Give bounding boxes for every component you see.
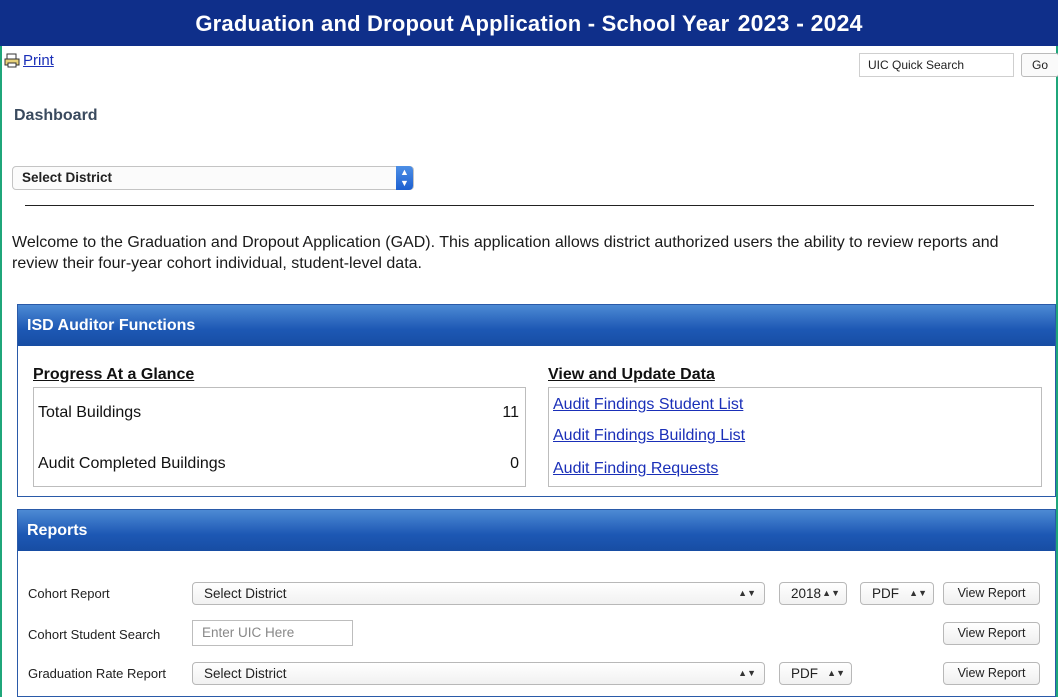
print-icon: [4, 53, 20, 68]
cohort-report-view-button[interactable]: View Report: [943, 582, 1040, 605]
page-title: Dashboard: [14, 107, 98, 124]
chevron-updown-icon: ▲▼: [396, 166, 413, 190]
cohort-student-search-label: Cohort Student Search: [28, 627, 161, 642]
select-value: PDF: [872, 586, 899, 601]
welcome-text: Welcome to the Graduation and Dropout Ap…: [12, 234, 999, 272]
panel-header: ISD Auditor Functions: [18, 305, 1055, 346]
chevron-updown-icon: ▲▼: [827, 668, 845, 678]
graduation-rate-district-select[interactable]: Select District ▲▼: [192, 662, 765, 685]
app-title: Graduation and Dropout Application - Sch…: [195, 11, 730, 36]
go-button[interactable]: Go: [1021, 53, 1058, 77]
chevron-updown-icon: ▲▼: [822, 588, 840, 598]
total-buildings-label: Total Buildings: [38, 404, 142, 421]
cohort-report-format-select[interactable]: PDF ▲▼: [860, 582, 934, 605]
cohort-report-label: Cohort Report: [28, 586, 110, 601]
view-update-box: Audit Findings Student List Audit Findin…: [548, 387, 1042, 487]
select-value: PDF: [791, 666, 818, 681]
audit-findings-student-list-link[interactable]: Audit Findings Student List: [553, 396, 743, 414]
chevron-updown-icon: ▲▼: [738, 668, 756, 678]
audit-finding-requests-link[interactable]: Audit Finding Requests: [553, 460, 718, 478]
uic-input[interactable]: Enter UIC Here: [192, 620, 353, 646]
district-select[interactable]: Select District ▲ ▼: [12, 166, 414, 190]
chevron-updown-icon: ▲▼: [738, 588, 756, 598]
progress-title: Progress At a Glance: [33, 366, 195, 383]
graduation-rate-report-label: Graduation Rate Report: [28, 666, 167, 681]
graduation-rate-format-select[interactable]: PDF ▲▼: [779, 662, 852, 685]
divider: [25, 205, 1034, 206]
cohort-report-district-select[interactable]: Select District ▲▼: [192, 582, 765, 605]
total-buildings-value: 11: [502, 404, 519, 421]
cohort-student-search-view-button[interactable]: View Report: [943, 622, 1040, 645]
select-value: Select District: [204, 586, 287, 601]
cohort-report-year-select[interactable]: 2018 ▲▼: [779, 582, 847, 605]
reports-panel: Reports Cohort Report Select District ▲▼…: [17, 509, 1056, 697]
app-title-bar: Graduation and Dropout Application - Sch…: [0, 0, 1058, 46]
graduation-rate-view-button[interactable]: View Report: [943, 662, 1040, 685]
uic-quick-search-input[interactable]: [859, 53, 1014, 77]
school-year: 2023 - 2024: [737, 10, 863, 36]
print-link[interactable]: Print: [4, 52, 54, 69]
select-value: 2018: [791, 586, 822, 601]
audit-findings-building-list-link[interactable]: Audit Findings Building List: [553, 427, 745, 445]
progress-box: Total Buildings 11 Audit Completed Build…: [33, 387, 526, 487]
view-update-title: View and Update Data: [548, 366, 715, 383]
chevron-updown-icon: ▲▼: [909, 588, 927, 598]
isd-auditor-panel: ISD Auditor Functions Progress At a Glan…: [17, 304, 1056, 497]
print-label[interactable]: Print: [23, 52, 54, 69]
select-value: Select District: [204, 666, 287, 681]
audit-completed-label: Audit Completed Buildings: [38, 455, 226, 472]
panel-header: Reports: [18, 510, 1055, 551]
audit-completed-value: 0: [510, 455, 519, 472]
district-select-value: Select District: [22, 170, 113, 185]
